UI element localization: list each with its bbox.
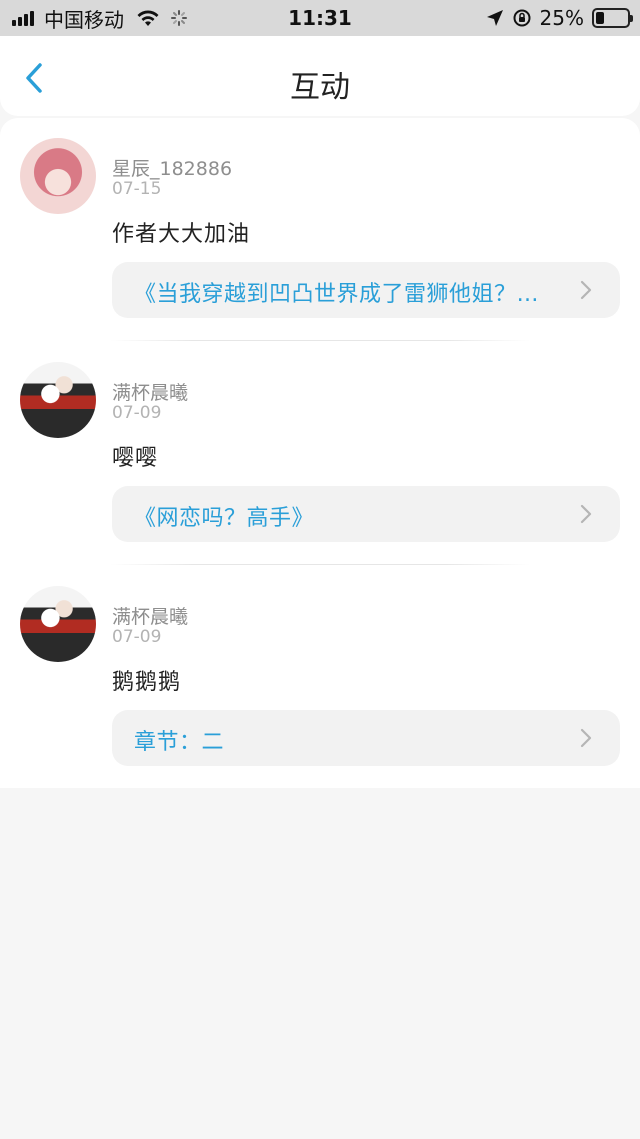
source-link-button[interactable]: 《当我穿越到凹凸世界成了雷狮他姐？…: [112, 262, 620, 318]
nav-bar: 互动: [0, 36, 640, 116]
avatar[interactable]: [20, 138, 96, 214]
interaction-list: 星辰_182886 07-15 作者大大加油 《当我穿越到凹凸世界成了雷狮他姐？…: [0, 118, 640, 788]
comment-text: 作者大大加油: [112, 222, 251, 247]
divider: [110, 564, 530, 565]
divider: [110, 340, 530, 341]
avatar[interactable]: [20, 362, 96, 438]
avatar[interactable]: [20, 586, 96, 662]
comment-date: 07-09: [112, 403, 162, 423]
status-bar: 中国移动 11:31 25%: [0, 0, 640, 36]
chevron-right-icon: [580, 280, 592, 300]
chevron-right-icon: [580, 504, 592, 524]
battery-percent: 25%: [539, 6, 584, 30]
battery-icon: [592, 8, 633, 28]
source-link-text: 章节：二: [134, 730, 225, 755]
username[interactable]: 星辰_182886: [112, 154, 232, 181]
comment-text: 鹅鹅鹅: [112, 670, 182, 695]
list-item: 满杯晨曦 07-09 鹅鹅鹅 章节：二: [0, 566, 640, 790]
location-arrow-icon: [486, 10, 503, 26]
battery-level: [596, 12, 604, 24]
source-link-text: 《网恋吗？高手》: [134, 506, 315, 531]
username[interactable]: 满杯晨曦: [112, 378, 188, 405]
status-right: 25%: [486, 0, 633, 36]
orientation-lock-icon: [513, 9, 531, 27]
comment-text: 嘤嘤: [112, 446, 159, 471]
source-link-button[interactable]: 章节：二: [112, 710, 620, 766]
comment-date: 07-09: [112, 627, 162, 647]
list-item: 星辰_182886 07-15 作者大大加油 《当我穿越到凹凸世界成了雷狮他姐？…: [0, 118, 640, 342]
source-link-text: 《当我穿越到凹凸世界成了雷狮他姐？…: [134, 282, 540, 307]
source-link-button[interactable]: 《网恋吗？高手》: [112, 486, 620, 542]
username[interactable]: 满杯晨曦: [112, 602, 188, 629]
list-item: 满杯晨曦 07-09 嘤嘤 《网恋吗？高手》: [0, 342, 640, 566]
page-title: 互动: [290, 70, 350, 105]
chevron-right-icon: [580, 728, 592, 748]
comment-date: 07-15: [112, 179, 162, 199]
